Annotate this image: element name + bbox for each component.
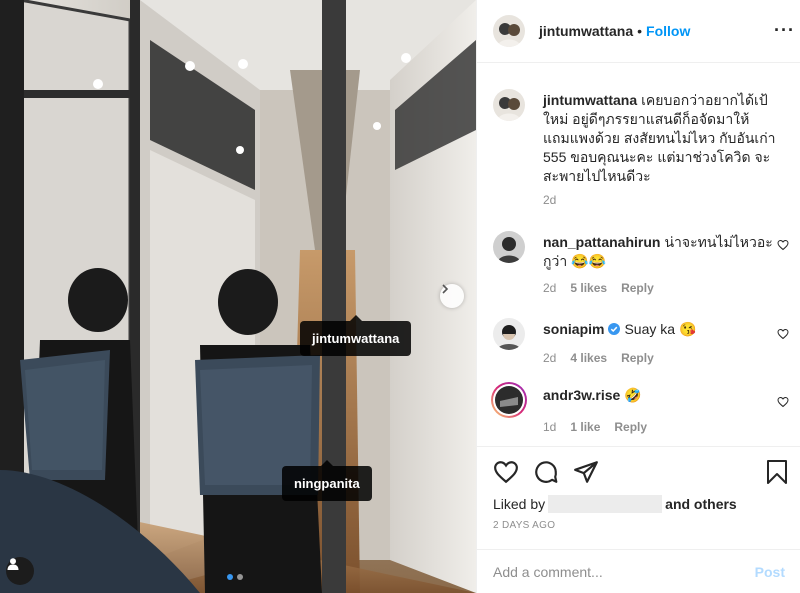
avatar-image-icon <box>493 89 525 121</box>
comment-likes[interactable]: 1 like <box>570 420 600 434</box>
reply-button[interactable]: Reply <box>621 351 654 365</box>
heart-icon[interactable] <box>777 328 789 340</box>
reply-button[interactable]: Reply <box>614 420 647 434</box>
reply-button[interactable]: Reply <box>621 281 654 295</box>
avatar[interactable] <box>493 318 525 350</box>
caption-body: jintumwattana เคยบอกว่าอยากได้เป้ใหม่ อยู… <box>543 91 779 186</box>
comment-body: soniapim Suay ka 😘 <box>543 320 779 339</box>
comment-text: 🤣 <box>624 387 642 403</box>
heart-icon[interactable] <box>777 239 789 251</box>
more-options-button[interactable]: ··· <box>774 20 795 41</box>
avatar[interactable] <box>493 231 525 263</box>
carousel-dot <box>227 574 233 580</box>
avatar[interactable] <box>493 15 525 47</box>
comment-body: andr3w.rise 🤣 <box>543 386 779 405</box>
liked-by-line: Liked by and others <box>493 495 737 513</box>
comment-username[interactable]: soniapim <box>543 321 604 337</box>
photo-scene <box>0 0 476 593</box>
caption-time: 2d <box>543 193 557 207</box>
comments-list[interactable]: jintumwattana เคยบอกว่าอยากได้เป้ใหม่ อยู… <box>477 64 800 445</box>
comment-likes[interactable]: 5 likes <box>570 281 607 295</box>
comment-username[interactable]: andr3w.rise <box>543 387 620 403</box>
liked-by-label: Liked by <box>493 496 546 512</box>
post-date[interactable]: 2 DAYS AGO <box>493 520 555 531</box>
heart-icon[interactable] <box>777 396 789 408</box>
comment-time: 1d <box>543 420 557 434</box>
heart-icon[interactable] <box>493 459 519 485</box>
liked-by-others[interactable]: and others <box>665 496 737 512</box>
carousel-dot <box>237 574 243 580</box>
liked-by-user-redacted <box>548 495 663 513</box>
comment-meta: 2d 5 likes Reply <box>543 281 654 295</box>
comment-likes[interactable]: 4 likes <box>570 351 607 365</box>
carousel-next-button[interactable] <box>440 284 464 308</box>
header-separator: • <box>637 23 643 39</box>
comment-meta: 2d 4 likes Reply <box>543 351 654 365</box>
carousel-indicator <box>227 574 243 580</box>
list-item: andr3w.rise 🤣 1d 1 like Reply <box>490 381 793 444</box>
comment-input[interactable] <box>493 564 755 580</box>
post-side-panel: jintumwattana • Follow ··· jintumwattana… <box>476 0 800 593</box>
verified-badge-icon <box>608 323 621 335</box>
caption: jintumwattana เคยบอกว่าอยากได้เป้ใหม่ อยู… <box>493 89 793 209</box>
list-item: nan_pattanahirun น่าจะทนไม่ไหวอะกูว่า 😂😂 … <box>493 231 793 301</box>
tagged-users-button[interactable] <box>6 557 34 585</box>
follow-button[interactable]: Follow <box>646 23 690 39</box>
post-actions: Liked by and others 2 DAYS AGO Post <box>477 446 800 593</box>
header-username[interactable]: jintumwattana <box>539 23 633 39</box>
comment-time: 2d <box>543 281 557 295</box>
caption-meta: 2d <box>543 193 556 207</box>
caption-username[interactable]: jintumwattana <box>543 92 637 108</box>
share-icon[interactable] <box>573 459 599 485</box>
list-item: soniapim Suay ka 😘 2d 4 likes Reply <box>493 318 793 378</box>
action-icons <box>493 459 789 485</box>
user-tag[interactable]: jintumwattana <box>300 315 412 356</box>
comment-body: nan_pattanahirun น่าจะทนไม่ไหวอะกูว่า 😂😂 <box>543 233 779 271</box>
comment-text: Suay ka 😘 <box>624 321 697 337</box>
avatar[interactable] <box>490 381 528 419</box>
post-button[interactable]: Post <box>755 564 785 580</box>
user-tag[interactable]: ningpanita <box>282 460 372 501</box>
avatar-image-icon <box>493 231 525 263</box>
story-ring-avatar-icon <box>491 382 527 418</box>
bookmark-icon[interactable] <box>765 459 789 485</box>
avatar-image-icon <box>493 15 525 47</box>
chevron-right-icon <box>442 284 449 294</box>
post-photo[interactable]: jintumwattana ningpanita <box>0 0 476 593</box>
avatar[interactable] <box>493 89 525 121</box>
avatar-image-icon <box>493 318 525 350</box>
add-comment-bar: Post <box>477 549 800 593</box>
comment-username[interactable]: nan_pattanahirun <box>543 234 660 250</box>
person-icon <box>7 558 19 570</box>
comment-time: 2d <box>543 351 557 365</box>
comment-icon[interactable] <box>533 459 559 485</box>
post-header: jintumwattana • Follow ··· <box>477 0 800 63</box>
comment-meta: 1d 1 like Reply <box>543 420 647 434</box>
